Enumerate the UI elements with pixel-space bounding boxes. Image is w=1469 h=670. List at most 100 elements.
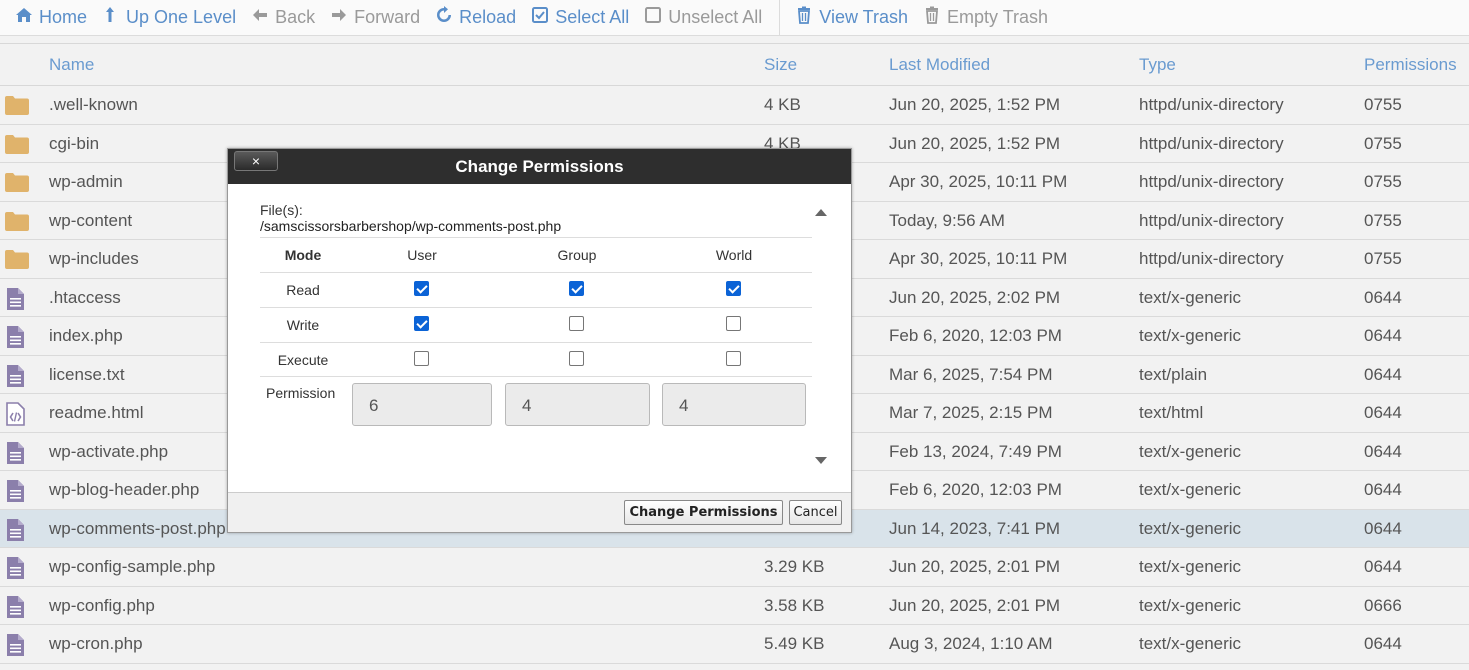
file-last-modified: Jun 20, 2025, 2:01 PM	[889, 595, 1061, 615]
file-permissions: 0644	[1364, 403, 1402, 422]
file-last-modified: Jun 20, 2025, 1:52 PM	[889, 95, 1061, 114]
execute-user-checkbox[interactable]	[414, 351, 429, 366]
file-last-modified: Apr 30, 2025, 10:11 PM	[889, 249, 1068, 268]
select-all-button[interactable]: Select All	[516, 4, 629, 32]
execute-label: Execute	[277, 352, 329, 368]
file-name: cgi-bin	[49, 133, 100, 153]
home-label: Home	[39, 7, 88, 27]
world-header: World	[715, 247, 753, 263]
forward-label: Forward	[354, 7, 421, 27]
user-permission-field[interactable]: 6	[352, 383, 492, 426]
folder-icon	[4, 248, 30, 275]
file-type: text/plain	[1139, 364, 1208, 384]
group-permission-field[interactable]: 4	[505, 383, 650, 426]
reload-button[interactable]: Reload	[420, 4, 516, 32]
read-user-checkbox[interactable]	[414, 281, 429, 296]
table-row[interactable]: wp-cron.php 5.49 KB Aug 3, 2024, 1:10 AM te…	[0, 625, 1469, 664]
user-header: User	[407, 247, 437, 263]
folder-icon	[4, 94, 30, 121]
change-permissions-button[interactable]: Change Permissions	[624, 500, 783, 525]
forward-button[interactable]: Forward	[315, 4, 420, 32]
file-last-modified: Apr 30, 2025, 10:11 PM	[889, 172, 1068, 191]
file-last-modified: Jun 20, 2025, 1:52 PM	[889, 133, 1061, 153]
arrow-left-icon	[251, 6, 269, 29]
files-path: /samscissorsbarbershop/wp-comments-post.…	[260, 218, 562, 234]
home-button[interactable]: Home	[0, 4, 87, 32]
home-icon	[15, 6, 33, 29]
up-one-level-button[interactable]: Up One Level	[87, 4, 236, 32]
file-name: wp-includes	[49, 249, 139, 268]
file-type: text/html	[1139, 403, 1204, 422]
file-size: 3.58 KB	[764, 595, 825, 615]
file-permissions: 0644	[1364, 634, 1402, 653]
write-world-checkbox[interactable]	[726, 316, 741, 331]
column-header-last-modified[interactable]: Last Modified	[889, 55, 990, 75]
file-permissions: 0644	[1364, 326, 1402, 345]
folder-icon	[4, 133, 30, 160]
unselect-all-button[interactable]: Unselect All	[629, 4, 762, 32]
write-row: Write	[260, 307, 812, 342]
read-label: Read	[286, 282, 320, 298]
scroll-down-arrow-icon[interactable]	[815, 457, 827, 464]
execute-world-checkbox[interactable]	[726, 351, 741, 366]
view-trash-label: View Trash	[819, 7, 908, 27]
file-permissions: 0644	[1364, 518, 1402, 538]
reload-label: Reload	[459, 7, 517, 27]
file-last-modified: Feb 13, 2024, 7:49 PM	[889, 441, 1062, 461]
execute-group-checkbox[interactable]	[569, 351, 584, 366]
file-icon	[4, 441, 26, 470]
checkbox-checked-icon	[531, 6, 549, 29]
back-label: Back	[275, 7, 316, 27]
file-icon	[4, 595, 26, 624]
file-permissions: 0644	[1364, 441, 1402, 461]
group-header: Group	[557, 247, 597, 263]
file-size: 3.29 KB	[764, 557, 825, 576]
file-last-modified: Mar 6, 2025, 7:54 PM	[889, 364, 1053, 384]
file-icon	[4, 479, 26, 508]
html-file-icon	[4, 402, 26, 431]
file-icon	[4, 325, 26, 354]
table-row[interactable]: wp-config.php 3.58 KB Jun 20, 2025, 2:01 P…	[0, 586, 1469, 625]
permissions-header-row: Mode User Group World	[260, 237, 812, 272]
file-name: .well-known	[49, 95, 138, 114]
cancel-button[interactable]: Cancel	[789, 500, 842, 525]
file-name: license.txt	[49, 364, 125, 384]
file-last-modified: Mar 7, 2025, 2:15 PM	[889, 403, 1053, 422]
file-name: wp-admin	[49, 172, 123, 191]
table-row[interactable]: .well-known 4 KB Jun 20, 2025, 1:52 PM http…	[0, 86, 1469, 125]
file-type: text/x-generic	[1139, 557, 1242, 576]
write-group-checkbox[interactable]	[569, 316, 584, 331]
mode-header: Mode	[284, 247, 322, 263]
file-icon	[4, 556, 26, 585]
dialog-footer: Change Permissions Cancel	[228, 492, 851, 532]
file-permissions: 0755	[1364, 172, 1402, 191]
column-header-type[interactable]: Type	[1139, 55, 1176, 75]
file-last-modified: Jun 20, 2025, 2:02 PM	[889, 287, 1061, 307]
view-trash-button[interactable]: View Trash	[780, 4, 908, 32]
empty-trash-button[interactable]: Empty Trash	[908, 4, 1048, 32]
file-icon	[4, 364, 26, 393]
file-icon	[4, 518, 26, 547]
table-row[interactable]: wp-config-sample.php 3.29 KB Jun 20, 2025,…	[0, 548, 1469, 587]
column-header-size[interactable]: Size	[764, 55, 797, 75]
dialog-title: Change Permissions	[455, 157, 624, 176]
write-user-checkbox[interactable]	[414, 316, 429, 331]
dialog-header: × Change Permissions	[228, 149, 851, 184]
column-header-name[interactable]: Name	[49, 55, 94, 75]
checkbox-empty-icon	[644, 6, 662, 29]
read-group-checkbox[interactable]	[569, 281, 584, 296]
file-permissions: 0755	[1364, 95, 1402, 114]
file-name: readme.html	[49, 403, 144, 422]
file-last-modified: Feb 6, 2020, 12:03 PM	[889, 326, 1062, 345]
file-size: 4 KB	[764, 95, 801, 114]
select-all-label: Select All	[555, 7, 630, 27]
file-permissions: 0755	[1364, 133, 1402, 153]
file-permissions: 0644	[1364, 557, 1402, 576]
scroll-up-arrow-icon[interactable]	[815, 209, 827, 216]
back-button[interactable]: Back	[236, 4, 315, 32]
read-world-checkbox[interactable]	[726, 281, 741, 296]
column-header-permissions[interactable]: Permissions	[1364, 55, 1457, 75]
trash-icon	[923, 6, 941, 29]
close-button[interactable]: ×	[234, 151, 278, 171]
world-permission-field[interactable]: 4	[662, 383, 806, 426]
